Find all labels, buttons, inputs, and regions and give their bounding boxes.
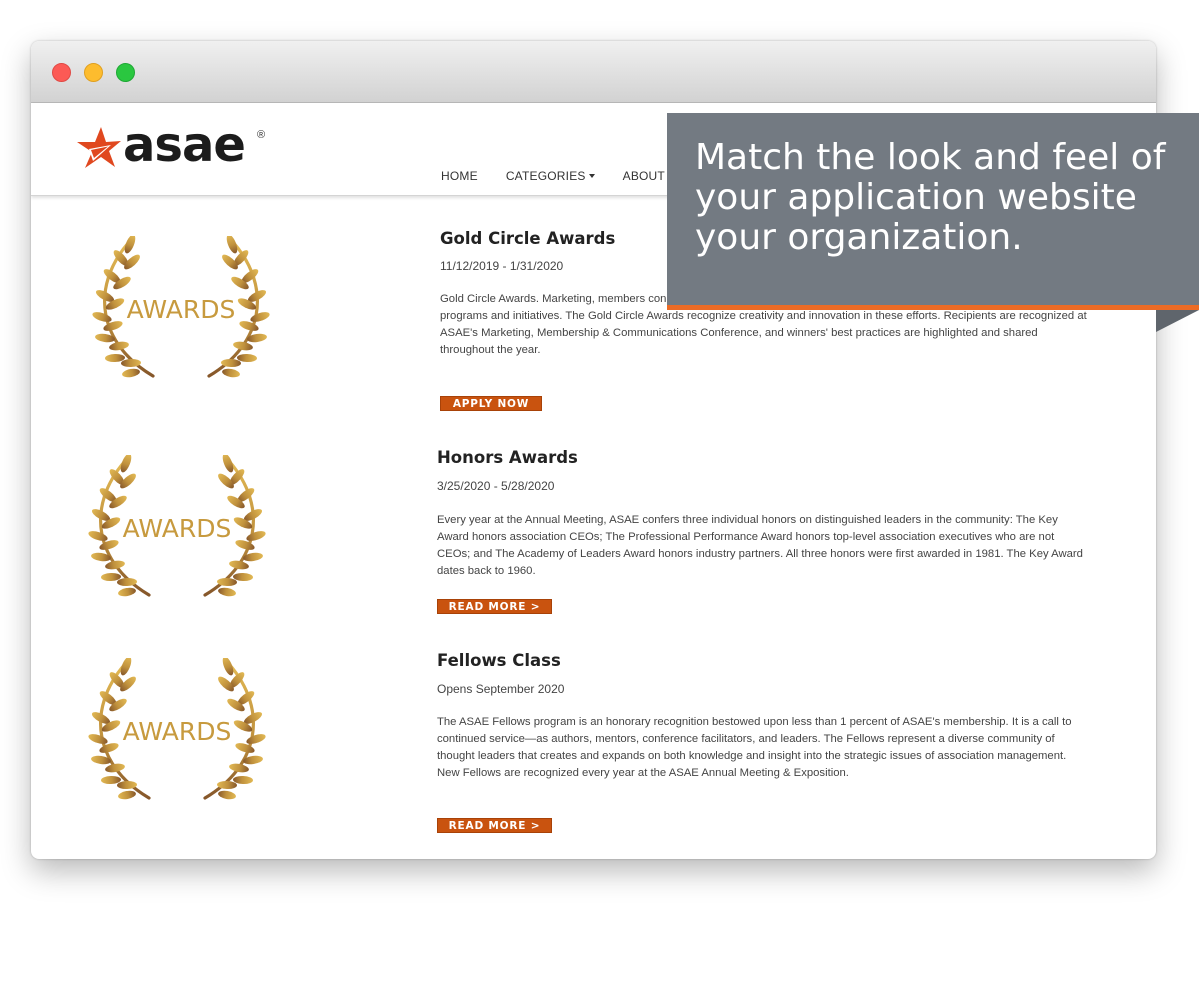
read-more-button-honors[interactable]: READ MORE > <box>437 599 552 614</box>
award-badge-gold-circle: AWARDS <box>81 236 291 381</box>
nav-categories-label: CATEGORIES <box>505 169 586 183</box>
award-title-gold-circle[interactable]: Gold Circle Awards <box>440 229 615 248</box>
asae-logo[interactable]: asae ® <box>75 117 275 173</box>
nav-categories[interactable]: CATEGORIES <box>506 169 595 183</box>
award-description-honors: Every year at the Annual Meeting, ASAE c… <box>437 514 1083 577</box>
maximize-window-button[interactable] <box>116 63 135 82</box>
apply-now-button[interactable]: APPLY NOW <box>440 396 542 411</box>
awards-badge-text: AWARDS <box>123 717 232 746</box>
awards-badge-text: AWARDS <box>127 295 236 324</box>
nav-about[interactable]: ABOUT <box>623 169 665 183</box>
award-date-honors: 3/25/2020 - 5/28/2020 <box>437 479 555 493</box>
star-logo-icon <box>77 127 121 168</box>
caret-down-icon <box>588 174 595 178</box>
award-date-fellows: Opens September 2020 <box>437 682 565 696</box>
laurel-wreath-icon: AWARDS <box>85 658 269 803</box>
award-badge-fellows: AWARDS <box>77 658 287 803</box>
laurel-wreath-icon: AWARDS <box>85 455 269 600</box>
callout-text: Match the look and feel of your applicat… <box>695 137 1166 258</box>
award-title-fellows[interactable]: Fellows Class <box>437 651 561 670</box>
award-badge-honors: AWARDS <box>77 455 287 600</box>
window-titlebar <box>31 41 1156 103</box>
nav-home-label: HOME <box>441 169 478 183</box>
registered-mark: ® <box>257 129 266 141</box>
award-title-honors[interactable]: Honors Awards <box>437 448 578 467</box>
award-description-fellows: The ASAE Fellows program is an honorary … <box>437 716 1072 779</box>
close-window-button[interactable] <box>52 63 71 82</box>
logo-wordmark: asae <box>123 117 246 173</box>
awards-badge-text: AWARDS <box>123 514 232 543</box>
laurel-wreath-icon: AWARDS <box>89 236 273 381</box>
award-date-gold-circle: 11/12/2019 - 1/31/2020 <box>440 259 564 273</box>
callout-fold-shadow <box>1156 310 1199 332</box>
read-more-button-fellows[interactable]: READ MORE > <box>437 818 552 833</box>
callout-accent-stripe <box>667 305 1199 310</box>
nav-home[interactable]: HOME <box>441 169 478 183</box>
nav-about-label: ABOUT <box>622 169 665 183</box>
minimize-window-button[interactable] <box>84 63 103 82</box>
main-nav: HOME CATEGORIES ABOUT <box>441 169 693 183</box>
